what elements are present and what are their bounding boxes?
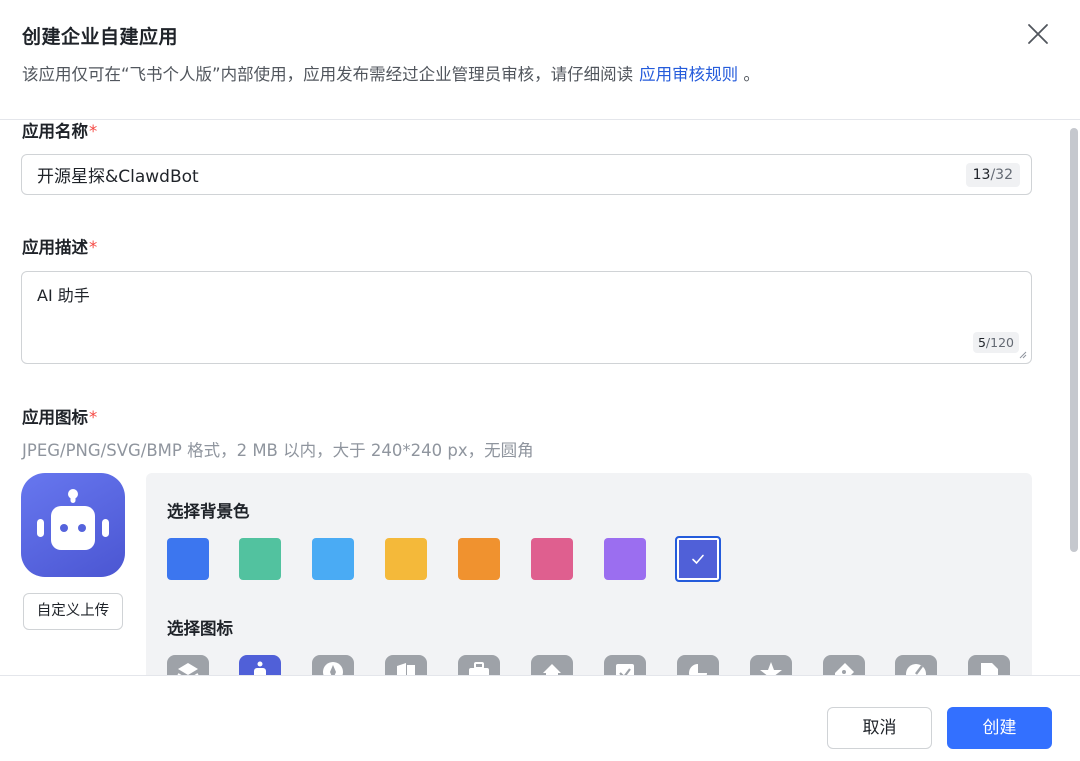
bg-color-swatch[interactable] xyxy=(167,538,209,580)
icon-option-home[interactable] xyxy=(531,655,573,675)
app-icon-label: 应用图标* xyxy=(22,404,97,428)
scrollbar-thumb[interactable] xyxy=(1070,128,1078,552)
app-name-count: 13 xyxy=(972,167,991,183)
app-name-field[interactable]: 13/32 xyxy=(21,154,1032,195)
star-icon xyxy=(760,662,782,675)
robot-icon xyxy=(254,661,266,675)
bg-color-swatch[interactable] xyxy=(531,538,573,580)
check-icon xyxy=(692,554,704,565)
gauge-icon xyxy=(906,664,926,675)
dialog-title: 创建企业自建应用 xyxy=(22,26,179,48)
layers-icon xyxy=(177,663,199,675)
cancel-button[interactable]: 取消 xyxy=(827,707,932,749)
app-desc-label: 应用描述* xyxy=(22,234,97,258)
bg-color-swatch[interactable] xyxy=(604,538,646,580)
icon-option-robot[interactable] xyxy=(239,655,281,675)
required-mark: * xyxy=(89,122,98,141)
document-icon xyxy=(981,663,998,675)
notice-end: 。 xyxy=(743,65,760,84)
app-icon-preview xyxy=(21,473,125,577)
create-button[interactable]: 创建 xyxy=(947,707,1052,749)
notice-text: 该应用仅可在“飞书个人版”内部使用，应用发布需经过企业管理员审核，请仔细阅读 xyxy=(22,65,634,84)
required-mark: * xyxy=(89,238,98,257)
app-name-label-text: 应用名称 xyxy=(22,122,88,141)
icon-option-compass[interactable] xyxy=(312,655,354,675)
icon-option-pie[interactable] xyxy=(677,655,719,675)
app-desc-label-text: 应用描述 xyxy=(22,238,88,257)
icon-picker-panel: 选择背景色 选择图标 xyxy=(146,473,1032,675)
app-name-label: 应用名称* xyxy=(22,121,97,142)
book-icon xyxy=(397,663,415,675)
icon-option-tag[interactable] xyxy=(823,655,865,675)
bg-color-swatch[interactable] xyxy=(239,538,281,580)
resize-grip-icon[interactable] xyxy=(1017,349,1027,359)
icon-option-star[interactable] xyxy=(750,655,792,675)
robot-icon xyxy=(37,489,109,550)
bg-color-title: 选择背景色 xyxy=(167,502,250,521)
tag-icon xyxy=(835,663,854,675)
dialog-footer: 取消 创建 xyxy=(0,675,1080,761)
bg-color-swatch[interactable] xyxy=(458,538,500,580)
app-desc-textarea[interactable]: AI 助手 xyxy=(37,282,977,352)
custom-upload-button[interactable]: 自定义上传 xyxy=(23,593,123,630)
icon-option-gauge[interactable] xyxy=(895,655,937,675)
app-desc-max: /120 xyxy=(985,335,1014,350)
dialog-body: 应用名称* 13/32 应用描述* AI 助手 5/120 应用图标* JPEG… xyxy=(0,121,1080,675)
app-icon-label-text: 应用图标 xyxy=(22,408,88,427)
app-desc-count: 5 xyxy=(977,335,986,350)
icon-option-book[interactable] xyxy=(385,655,427,675)
dialog-header: 创建企业自建应用 该应用仅可在“飞书个人版”内部使用，应用发布需经过企业管理员审… xyxy=(0,0,1080,120)
icon-option-layers[interactable] xyxy=(167,655,209,675)
close-button[interactable] xyxy=(1026,22,1050,46)
icon-option-briefcase[interactable] xyxy=(458,655,500,675)
briefcase-icon xyxy=(469,662,489,675)
app-desc-field[interactable]: AI 助手 5/120 xyxy=(21,271,1032,364)
dialog-notice: 该应用仅可在“飞书个人版”内部使用，应用发布需经过企业管理员审核，请仔细阅读 应用… xyxy=(22,61,760,85)
icon-select-title: 选择图标 xyxy=(167,619,233,638)
icon-option-checkbox[interactable] xyxy=(604,655,646,675)
review-rules-link[interactable]: 应用审核规则 xyxy=(639,65,738,84)
home-icon xyxy=(543,664,561,675)
icon-option-document[interactable] xyxy=(968,655,1010,675)
required-mark: * xyxy=(89,408,98,427)
app-name-max: /32 xyxy=(990,167,1013,183)
close-icon xyxy=(1028,24,1048,44)
app-name-counter: 13/32 xyxy=(965,163,1020,187)
bg-color-swatch[interactable] xyxy=(675,536,721,582)
compass-icon xyxy=(323,662,343,675)
app-icon-hint: JPEG/PNG/SVG/BMP 格式，2 MB 以内，大于 240*240 p… xyxy=(22,441,534,460)
app-name-input[interactable] xyxy=(37,155,937,194)
pie-chart-icon xyxy=(689,664,707,675)
bg-color-swatch[interactable] xyxy=(385,538,427,580)
checkbox-icon xyxy=(616,664,634,675)
bg-color-swatch[interactable] xyxy=(312,538,354,580)
app-desc-counter: 5/120 xyxy=(972,332,1019,353)
